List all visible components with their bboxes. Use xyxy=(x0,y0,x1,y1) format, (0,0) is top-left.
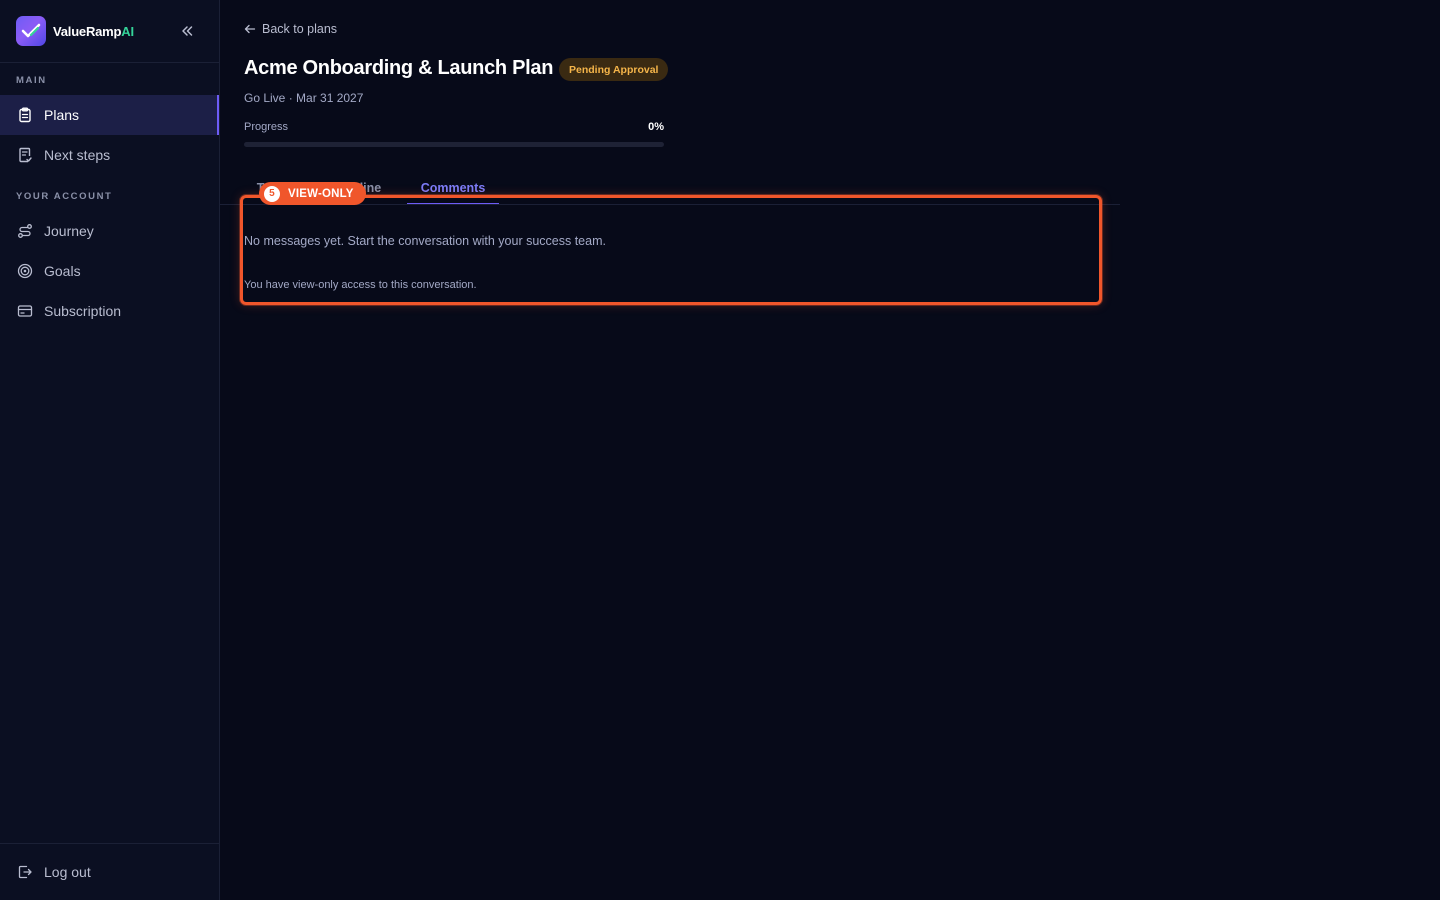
sidebar-item-goals[interactable]: Goals xyxy=(0,251,219,291)
clipboard-icon xyxy=(16,106,34,124)
sidebar-divider xyxy=(0,62,219,63)
logo-icon xyxy=(16,16,46,46)
sidebar-item-plans[interactable]: Plans xyxy=(0,95,219,135)
go-live-date: Go Live · Mar 31 2027 xyxy=(244,91,364,105)
arrow-left-icon xyxy=(244,24,256,34)
sidebar-item-label: Journey xyxy=(44,223,94,239)
sidebar: ValueRampAI MAIN Plans Next steps YOUR A… xyxy=(0,0,220,900)
progress-label: Progress xyxy=(244,121,289,133)
progress-bar xyxy=(244,142,664,147)
back-to-plans-link[interactable]: Back to plans xyxy=(244,20,337,38)
comments-empty-message: No messages yet. Start the conversation … xyxy=(244,234,606,248)
sidebar-divider xyxy=(0,843,219,844)
sidebar-item-next-steps[interactable]: Next steps xyxy=(0,135,219,175)
logout-label: Log out xyxy=(44,864,91,880)
sidebar-item-label: Goals xyxy=(44,263,81,279)
brand-name-main: ValueRamp xyxy=(53,23,122,39)
brand-name-accent: AI xyxy=(121,23,134,39)
checklist-icon xyxy=(16,146,34,164)
sidebar-item-journey[interactable]: Journey xyxy=(0,211,219,251)
status-badge: Pending Approval xyxy=(559,58,669,81)
view-only-access-note: You have view-only access to this conver… xyxy=(244,279,477,291)
sidebar-item-label: Next steps xyxy=(44,147,111,163)
back-link-label: Back to plans xyxy=(262,22,338,36)
tab-comments[interactable]: Comments xyxy=(407,170,499,205)
collapse-sidebar-button[interactable] xyxy=(178,22,196,40)
progress-value: 0% xyxy=(648,121,664,133)
main-content: Back to plans Acme Onboarding & Launch P… xyxy=(220,0,1440,900)
tab-label: Comments xyxy=(420,180,486,195)
logout-icon xyxy=(16,863,34,881)
sidebar-item-subscription[interactable]: Subscription xyxy=(0,291,219,331)
highlight-number: 5 xyxy=(264,185,280,202)
sidebar-item-label: Subscription xyxy=(44,303,122,319)
app-root: ValueRampAI MAIN Plans Next steps YOUR A… xyxy=(0,0,1440,900)
logout-button[interactable]: Log out xyxy=(0,852,219,892)
brand-name: ValueRampAI xyxy=(53,24,134,39)
section-label-account: YOUR ACCOUNT xyxy=(16,191,113,202)
brand[interactable]: ValueRampAI xyxy=(16,16,204,46)
page-title: Acme Onboarding & Launch Plan xyxy=(244,57,554,79)
chevrons-left-icon xyxy=(182,26,193,36)
section-label-main: MAIN xyxy=(16,75,47,86)
card-icon xyxy=(16,302,34,320)
route-icon xyxy=(16,222,34,240)
view-only-highlight-tag: 5 VIEW-ONLY xyxy=(259,182,366,205)
target-icon xyxy=(16,262,34,280)
sidebar-item-label: Plans xyxy=(44,107,80,123)
highlight-label: VIEW-ONLY xyxy=(288,187,354,200)
